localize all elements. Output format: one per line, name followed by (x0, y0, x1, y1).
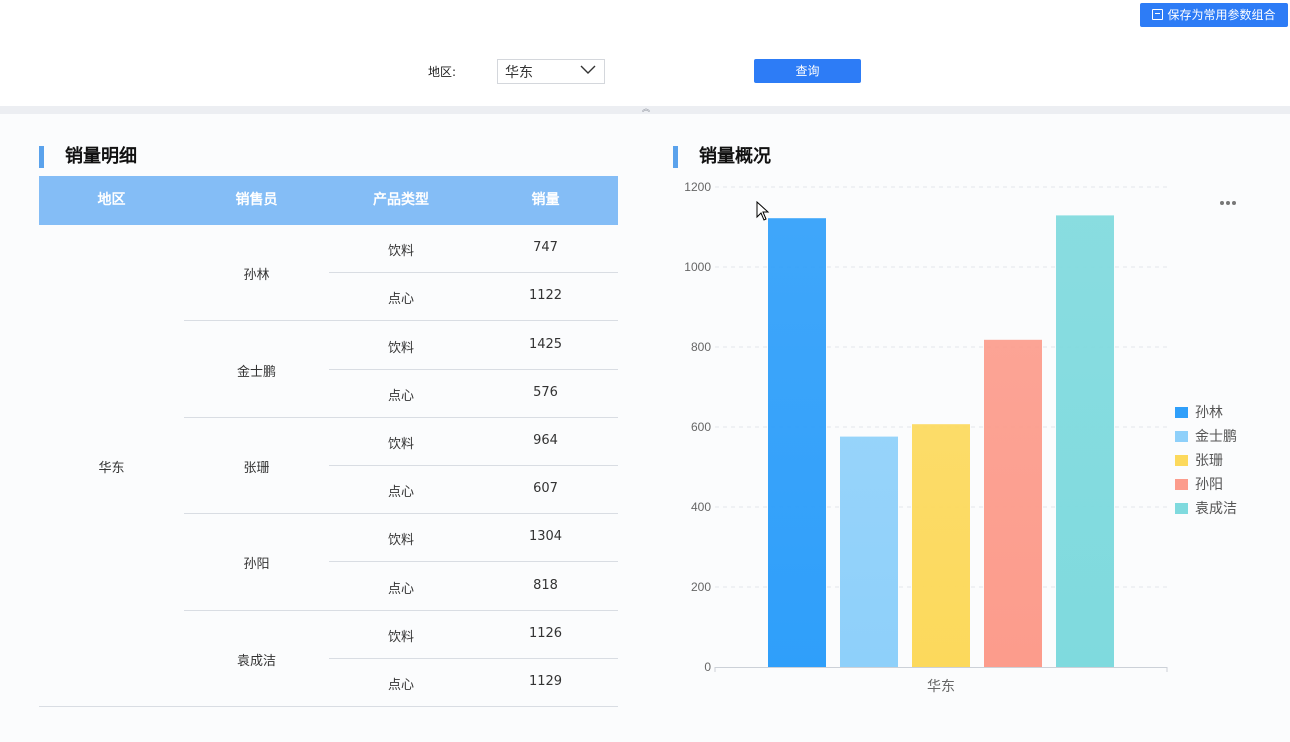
cell-region: 华东 (98, 461, 125, 476)
legend-label: 张珊 (1195, 453, 1223, 469)
cell-salesperson: 张珊 (243, 461, 270, 476)
bar-2 (840, 436, 898, 667)
query-button[interactable]: 查询 (754, 59, 861, 83)
save-param-combo-label: 保存为常用参数组合 (1167, 8, 1276, 22)
cell-product-type: 点心 (387, 485, 414, 501)
sales-detail-table: 地区 销售员 产品类型 销量 华东 孙林 饮料 747 点心 1122 金士鹏 饮料 1425… (39, 176, 618, 707)
row-divider (184, 609, 618, 611)
row-divider (329, 465, 618, 466)
cell-sales: 576 (533, 384, 558, 400)
table-body: 华东 孙林 饮料 747 点心 1122 金士鹏 饮料 1425 点心 576 张珊 饮料 964 点心 6… (39, 225, 618, 707)
legend-item[interactable]: 孙阳 (1175, 473, 1237, 497)
sales-overview-chart: 0 200 400 600 800 1000 1200 华东 孙林金士鹏张珊孙阳袁成洁 (665, 176, 1290, 696)
y-tick-label: 600 (691, 420, 711, 434)
legend-label: 孙阳 (1195, 477, 1223, 493)
cell-sales: 1122 (528, 288, 563, 304)
cell-product-type: 点心 (387, 292, 414, 308)
bar-4 (984, 339, 1042, 667)
cell-product-type: 饮料 (387, 533, 414, 549)
save-param-combo-button[interactable]: 保存为常用参数组合 (1140, 3, 1288, 27)
cell-sales: 747 (533, 240, 558, 256)
row-divider (184, 513, 618, 515)
y-tick-label: 800 (691, 340, 711, 354)
row-divider (184, 320, 618, 322)
cell-salesperson: 金士鹏 (236, 364, 276, 380)
row-divider (329, 368, 618, 370)
legend-swatch (1175, 479, 1188, 490)
cell-product-type: 饮料 (387, 629, 414, 645)
legend-swatch (1175, 431, 1188, 442)
cell-sales: 964 (533, 432, 558, 448)
cell-salesperson: 孙林 (243, 268, 270, 284)
row-divider (329, 272, 618, 274)
cell-sales: 1129 (528, 673, 563, 689)
more-horizontal-icon[interactable] (1220, 190, 1242, 205)
chevron-down-icon (580, 65, 596, 74)
legend-item[interactable]: 孙林 (1175, 401, 1237, 425)
y-tick-label: 200 (691, 580, 711, 594)
table-section-title: 销量明细 (39, 146, 137, 168)
cell-product-type: 点心 (387, 581, 414, 597)
header-region: 地区 (97, 192, 126, 208)
y-tick-label: 1000 (684, 260, 711, 274)
legend-item[interactable]: 金士鹏 (1175, 425, 1237, 449)
legend-label: 孙林 (1195, 405, 1223, 421)
row-divider (329, 657, 618, 659)
cell-product-type: 点心 (387, 677, 414, 693)
row-divider (329, 561, 618, 563)
legend-item[interactable]: 张珊 (1175, 449, 1237, 473)
cell-sales: 1304 (528, 529, 563, 545)
region-label: 地区: (428, 65, 457, 79)
cell-product-type: 饮料 (387, 244, 414, 260)
cell-product-type: 饮料 (387, 436, 414, 452)
row-divider (184, 416, 618, 418)
header-product-type: 产品类型 (373, 192, 429, 208)
legend-item[interactable]: 袁成洁 (1175, 497, 1237, 521)
cell-product-type: 饮料 (387, 340, 414, 356)
region-select-value: 华东 (505, 65, 533, 81)
y-tick-label: 1200 (684, 180, 711, 194)
cell-sales: 1425 (528, 336, 563, 352)
region-select[interactable]: 华东 (497, 59, 605, 84)
y-tick-label: 0 (704, 660, 711, 674)
y-tick-label: 400 (691, 500, 711, 514)
legend-label: 袁成洁 (1195, 501, 1237, 517)
table-header: 地区 销售员 产品类型 销量 (39, 176, 618, 225)
cell-salesperson: 孙阳 (243, 557, 270, 573)
header-salesperson: 销售员 (235, 192, 278, 208)
legend-swatch (1175, 455, 1188, 466)
cell-product-type: 点心 (387, 388, 414, 404)
floppy-disk-icon (1152, 9, 1164, 20)
cell-sales: 1126 (528, 625, 563, 641)
legend-swatch (1175, 407, 1188, 418)
cell-sales: 607 (533, 481, 558, 497)
x-category-label: 华东 (927, 678, 955, 694)
bar-5 (1056, 215, 1114, 667)
chart-section-title: 销量概况 (673, 146, 771, 168)
chart-legend: 孙林金士鹏张珊孙阳袁成洁 (1175, 401, 1237, 521)
double-chevron-up-icon[interactable]: ︽ (641, 105, 651, 113)
header-sales: 销量 (531, 192, 560, 208)
row-divider (39, 706, 618, 707)
legend-label: 金士鹏 (1195, 429, 1237, 445)
cell-sales: 818 (533, 577, 558, 593)
mouse-pointer-icon (756, 201, 770, 221)
parameter-panel: 保存为常用参数组合 地区: 华东 查询 (0, 0, 1290, 106)
legend-swatch (1175, 503, 1188, 514)
cell-salesperson: 袁成洁 (236, 653, 276, 669)
bar-1 (768, 218, 826, 667)
bar-3 (912, 424, 970, 667)
